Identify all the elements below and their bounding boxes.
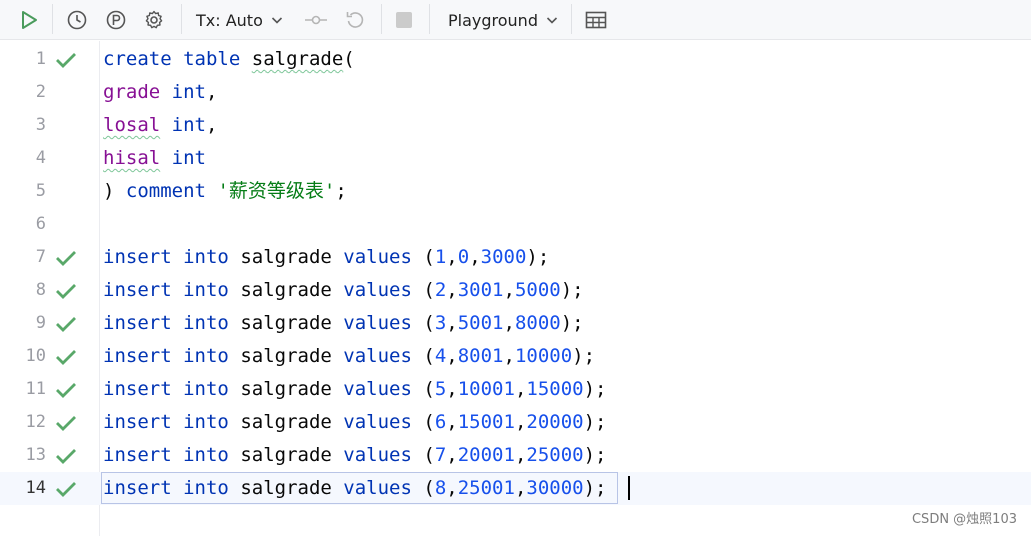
code-text: insert into salgrade values (5,10001,150… — [103, 378, 607, 400]
code-text: insert into salgrade values (1,0,3000); — [103, 246, 550, 268]
commit-icon[interactable] — [303, 0, 329, 40]
code-text: insert into salgrade values (7,20001,250… — [103, 444, 607, 466]
check-icon — [56, 482, 76, 497]
code-text: losal int, — [103, 114, 218, 136]
check-icon — [56, 251, 76, 266]
code-line[interactable]: 12 insert into salgrade values (6,15001,… — [0, 406, 1031, 439]
code-line[interactable]: 8 insert into salgrade values (2,3001,50… — [0, 274, 1031, 307]
code-text: insert into salgrade values (6,15001,200… — [103, 411, 607, 433]
code-line[interactable]: 5 ) comment '薪资等级表'; — [0, 175, 1031, 208]
code-line[interactable]: 7 insert into salgrade values (1,0,3000)… — [0, 241, 1031, 274]
code-text: grade int, — [103, 81, 218, 103]
line-number: 11 — [25, 379, 46, 399]
code-text: insert into salgrade values (3,5001,8000… — [103, 312, 584, 334]
table-view-icon[interactable] — [583, 0, 609, 40]
line-number: 13 — [25, 445, 46, 465]
check-icon — [56, 416, 76, 431]
chevron-down-icon — [546, 17, 558, 24]
code-text: insert into salgrade values (4,8001,1000… — [103, 345, 596, 367]
line-number: 5 — [35, 181, 46, 201]
check-icon — [56, 317, 76, 332]
line-number: 12 — [25, 412, 46, 432]
playground-label: Playground — [448, 10, 538, 30]
code-line[interactable]: 3 losal int, — [0, 109, 1031, 142]
line-number: 8 — [35, 280, 46, 300]
line-number: 7 — [35, 247, 46, 267]
chevron-down-icon — [271, 17, 282, 24]
code-line[interactable]: 6 — [0, 208, 1031, 241]
code-line[interactable]: 10 insert into salgrade values (4,8001,1… — [0, 340, 1031, 373]
code-text: create table salgrade( — [103, 48, 355, 70]
line-number: 6 — [35, 214, 46, 234]
check-icon — [56, 383, 76, 398]
code-line[interactable]: 2 grade int, — [0, 76, 1031, 109]
check-icon — [56, 350, 76, 365]
sql-editor[interactable]: 1 create table salgrade( 2 grade int, 3 … — [0, 41, 1031, 536]
code-line[interactable]: 4 hisal int — [0, 142, 1031, 175]
toolbar: Tx: Auto Playground — [0, 0, 1031, 40]
code-text: hisal int — [103, 147, 206, 169]
check-icon — [56, 449, 76, 464]
history-icon[interactable] — [64, 0, 90, 40]
code-line[interactable]: 13 insert into salgrade values (7,20001,… — [0, 439, 1031, 472]
line-number: 1 — [35, 49, 46, 69]
playground-dropdown[interactable]: Playground — [448, 0, 560, 40]
line-number: 14 — [25, 478, 46, 498]
stop-icon[interactable] — [392, 0, 416, 40]
code-text: insert into salgrade values (2,3001,5000… — [103, 279, 584, 301]
tx-mode-label: Tx: Auto — [196, 10, 263, 30]
text-caret — [628, 476, 630, 500]
tx-mode-dropdown[interactable]: Tx: Auto — [196, 0, 290, 40]
code-line[interactable]: 11 insert into salgrade values (5,10001,… — [0, 373, 1031, 406]
check-icon — [56, 284, 76, 299]
rollback-icon[interactable] — [342, 0, 368, 40]
line-number: 2 — [35, 82, 46, 102]
gear-icon[interactable] — [141, 0, 167, 40]
line-number: 9 — [35, 313, 46, 333]
run-icon[interactable] — [16, 0, 42, 40]
code-line[interactable]: 1 create table salgrade( — [0, 43, 1031, 76]
line-number: 10 — [25, 346, 46, 366]
parking-icon[interactable] — [103, 0, 129, 40]
code-line[interactable]: 9 insert into salgrade values (3,5001,80… — [0, 307, 1031, 340]
line-number: 4 — [35, 148, 46, 168]
check-icon — [56, 53, 76, 68]
current-statement-highlight — [101, 472, 618, 504]
line-number: 3 — [35, 115, 46, 135]
watermark: CSDN @烛照103 — [911, 512, 1017, 527]
code-text: ) comment '薪资等级表'; — [103, 180, 347, 202]
